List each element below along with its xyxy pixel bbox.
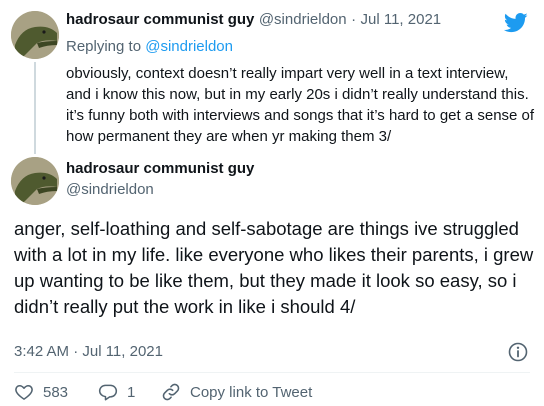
divider — [14, 372, 530, 373]
reply-count: 1 — [127, 383, 136, 401]
tweet1-header: hadrosaur communist guy @sindrieldon · J… — [66, 11, 441, 29]
copy-link-label: Copy link to Tweet — [190, 383, 313, 401]
reply-icon — [98, 384, 118, 401]
avatar[interactable] — [11, 11, 59, 59]
tweet1-text: obviously, context doesn’t really impart… — [66, 65, 535, 145]
copy-link-button[interactable]: Copy link to Tweet — [161, 382, 312, 402]
info-icon[interactable] — [508, 342, 528, 362]
display-name[interactable]: hadrosaur communist guy — [66, 160, 254, 177]
handle[interactable]: @sindrieldon — [66, 181, 154, 198]
like-button[interactable]: 583 — [14, 382, 68, 402]
tweet-date[interactable]: Jul 11, 2021 — [361, 11, 442, 28]
handle[interactable]: @sindrieldon — [259, 11, 347, 28]
twitter-bird-icon[interactable] — [504, 13, 528, 33]
like-count: 583 — [43, 383, 69, 401]
tweet-timestamp[interactable]: 3:42 AM · Jul 11, 2021 — [14, 343, 163, 360]
thread-connector-line — [34, 62, 36, 154]
reply-button[interactable]: 1 — [98, 382, 135, 402]
link-icon — [162, 383, 180, 401]
replying-to-handle-link[interactable]: @sindrieldon — [145, 38, 233, 55]
replying-to-prefix: Replying to — [66, 38, 142, 55]
tweet2-text: anger, self-loathing and self-sabotage a… — [14, 218, 534, 317]
heart-icon — [15, 385, 33, 400]
separator: · — [351, 11, 357, 28]
replying-to: Replying to @sindrieldon — [66, 38, 233, 55]
avatar[interactable] — [11, 157, 59, 205]
display-name[interactable]: hadrosaur communist guy — [66, 11, 254, 28]
